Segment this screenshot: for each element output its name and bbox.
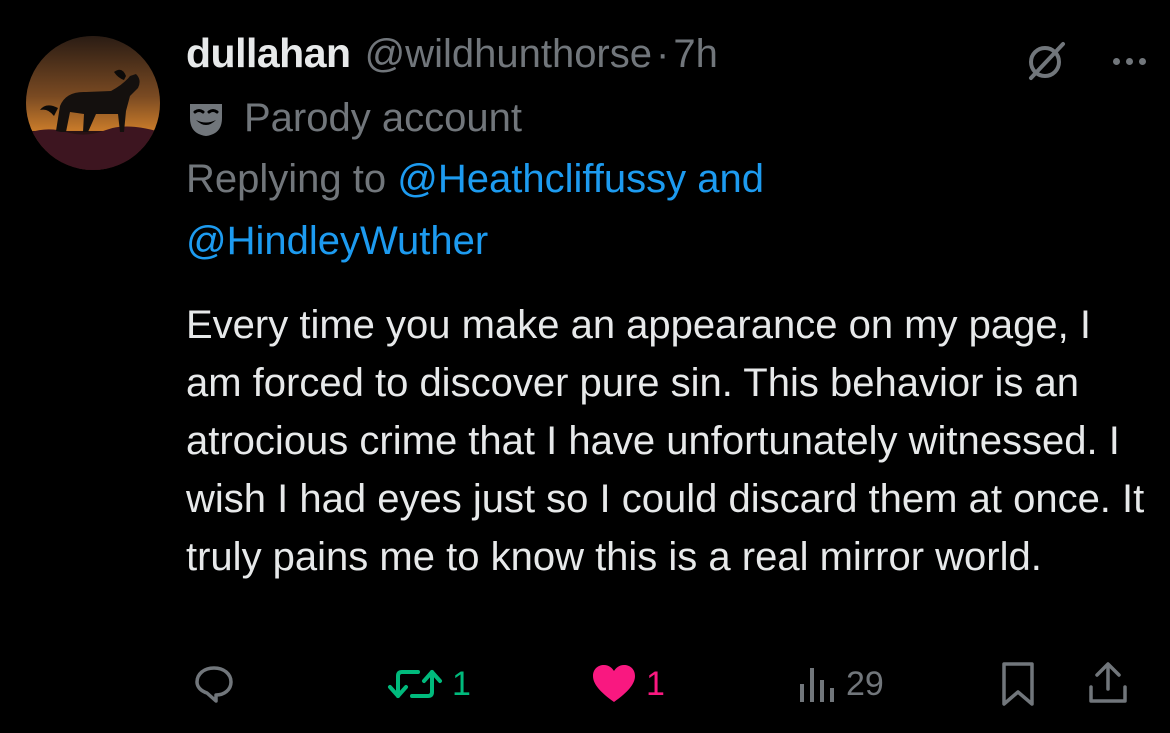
action-bar: 1 1 29 [186, 654, 1136, 714]
grok-icon[interactable] [1023, 38, 1069, 84]
separator-dot: · [656, 32, 670, 76]
parody-label: Parody account [244, 95, 522, 140]
share-button[interactable] [1086, 661, 1130, 707]
mention-link-1[interactable]: @Heathcliffussy [397, 157, 686, 201]
bookmark-button[interactable] [998, 660, 1038, 708]
parody-badge: Parody account [186, 88, 1146, 148]
mention-conjunction[interactable]: and [697, 157, 764, 201]
mention-link-2[interactable]: @HindleyWuther [186, 219, 488, 263]
post-time[interactable]: 7h [673, 32, 718, 77]
repost-icon [388, 670, 442, 698]
bookmark-icon [1002, 662, 1034, 706]
avatar-image [26, 36, 160, 170]
user-handle[interactable]: @wildhunthorse [365, 32, 652, 77]
views-count: 29 [846, 664, 884, 703]
like-count: 1 [646, 664, 665, 703]
avatar[interactable] [26, 36, 160, 170]
views-button[interactable]: 29 [794, 662, 884, 706]
replying-to: Replying to @Heathcliffussy and @Hindley… [186, 148, 1146, 272]
post-header: dullahan @wildhunthorse · 7h [186, 30, 1146, 86]
reply-button[interactable] [192, 662, 236, 706]
display-name[interactable]: dullahan [186, 30, 351, 77]
like-icon [593, 665, 635, 702]
views-icon [800, 668, 834, 702]
repost-count: 1 [452, 664, 471, 703]
like-button[interactable]: 1 [590, 662, 665, 706]
reply-icon [195, 666, 233, 703]
share-icon [1089, 662, 1127, 703]
replying-prefix: Replying to [186, 157, 387, 201]
repost-button[interactable]: 1 [386, 662, 471, 706]
more-icon[interactable] [1113, 38, 1146, 84]
parody-mask-icon [190, 104, 222, 136]
post-text: Every time you make an appearance on my … [186, 303, 1145, 579]
